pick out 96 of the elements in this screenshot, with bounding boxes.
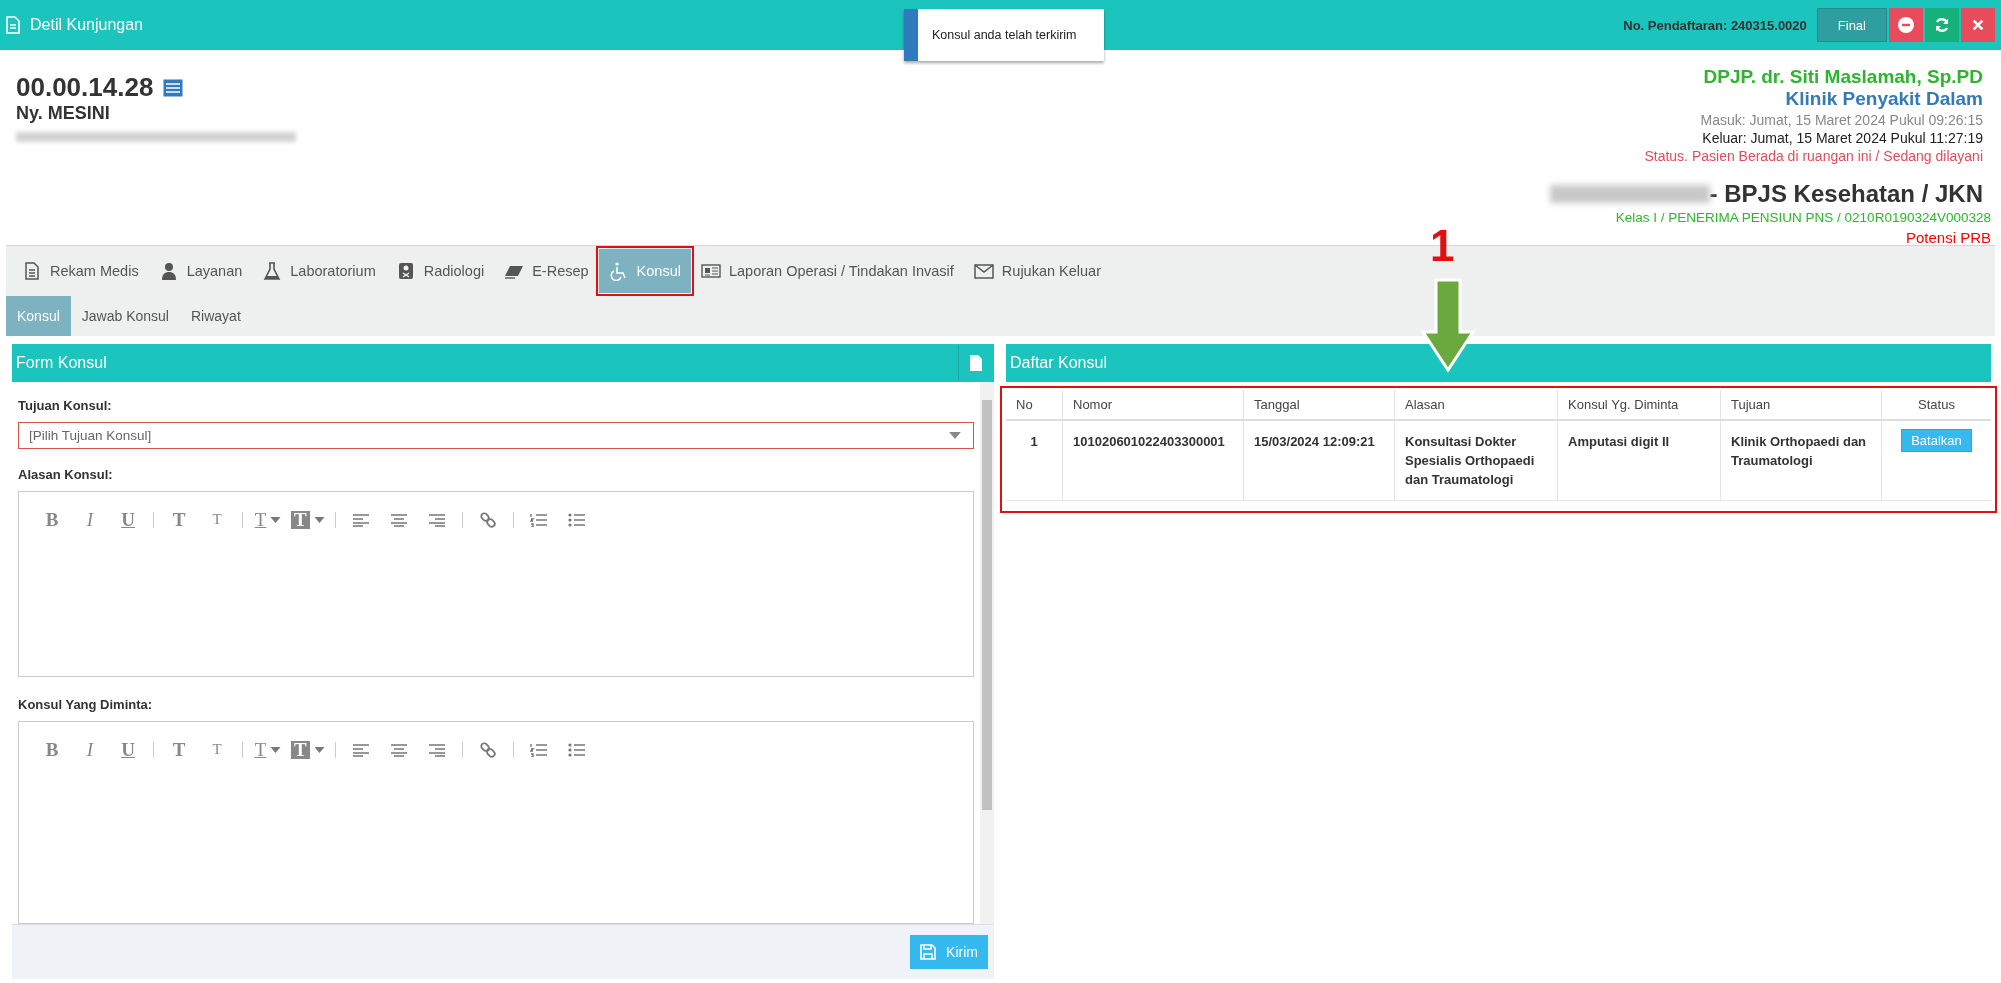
column-header: Konsul Yg. Diminta [1557,390,1721,420]
field-label: Alasan Konsul: [18,466,114,482]
page-title: Detil Kunjungan [30,16,143,34]
caret-icon [949,431,961,439]
module-tab[interactable]: Radiologi [385,249,495,293]
newspaper-icon [700,261,721,281]
numbered-list-icon [529,512,548,527]
align-center-icon [389,742,408,757]
envelope-icon [973,261,994,281]
patient-status: Status. Pasien Berada di ruangan ini / Sedang dilayani [1644,148,1983,164]
column-header: Tujuan [1720,390,1882,420]
document-icon [968,354,983,372]
list-icon[interactable] [163,78,184,97]
module-tab[interactable]: Rekam Medis [12,249,149,293]
align-center-icon [389,512,408,527]
format-button[interactable]: U [109,505,147,534]
format-button[interactable]: T [249,735,287,764]
field-label: Tujuan Konsul: [18,398,113,413]
entry-time: Masuk: Jumat, 15 Maret 2024 Pukul 09:26:15 [1700,112,1983,128]
sub-tab[interactable]: Konsul [6,296,71,336]
format-button[interactable]: T [198,735,236,764]
format-button[interactable]: T [198,505,236,534]
close-button[interactable] [1961,8,1995,42]
align-right-icon [427,742,446,757]
link-icon [479,741,496,758]
format-button[interactable]: T [160,735,198,764]
module-tab[interactable]: Layanan [148,249,253,293]
module-tab[interactable]: Konsul [598,249,691,293]
module-tab[interactable]: Laboratorium [252,249,386,293]
format-button[interactable]: U [109,735,147,764]
column-header: No [1006,390,1063,420]
sub-tab[interactable]: Jawab Konsul [70,296,180,336]
bullet-list-icon [567,742,586,757]
clinic-name: Klinik Penyakit Dalam [1785,88,1983,110]
wheelchair-icon [608,261,629,281]
column-header: Status [1881,390,1991,420]
insurance-name: - BPJS Kesehatan / JKN [1709,180,1983,208]
exit-time: Keluar: Jumat, 15 Maret 2024 Pukul 11:27:19 [1702,130,1983,146]
refresh-button[interactable] [1925,8,1959,42]
column-header: Tanggal [1243,390,1395,420]
module-tab[interactable]: E-Resep [494,249,599,293]
format-button[interactable]: I [71,505,109,534]
table-cell: Konsultasi Dokter Spesialis Orthopaedi dan Traumatologi [1394,420,1558,501]
table-cell: 1 [1006,420,1063,501]
select-field[interactable]: [Pilih Tujuan Konsul] [18,422,974,449]
align-left-icon [351,742,370,757]
table-cell: 101020601022403300001 [1062,420,1244,501]
column-header: Alasan [1394,390,1558,420]
submit-button[interactable]: Kirim [910,935,988,969]
align-right-icon [427,512,446,527]
scrollbar[interactable] [980,382,994,924]
format-button[interactable]: B [33,735,71,764]
refresh-icon [1934,17,1950,33]
format-button[interactable]: I [71,735,109,764]
registration-number: No. Pendaftaran: 240315.0020 [1623,17,1807,33]
format-button[interactable]: T [287,505,329,534]
save-icon [920,944,937,960]
toast-message: Konsul anda telah terkirim [932,28,1077,42]
table-cell: Amputasi digit II [1557,420,1721,501]
doctor-name: DPJP. dr. Siti Maslamah, Sp.PD [1703,66,1983,88]
bullet-list-icon [567,512,586,527]
caret-icon [270,516,282,523]
panel-title: Form Konsul [15,354,107,372]
caret-icon [270,746,282,753]
module-tab[interactable]: Laporan Operasi / Tindakan Invasif [690,249,964,293]
close-icon [1971,18,1985,32]
prb-note: Potensi PRB [1905,229,1991,246]
record-number: 00.00.14.28 [16,72,154,103]
document-icon [22,261,42,281]
module-tab[interactable]: Rujukan Keluar [963,249,1111,293]
insurance-class: Kelas I / PENERIMA PENSIUN PNS / 0210R0190324V000328 [1615,210,1991,225]
format-button[interactable]: T [249,505,287,534]
caret-icon [313,516,325,523]
align-left-icon [351,512,370,527]
field-label: Konsul Yang Diminta: [18,696,154,712]
cancel-button[interactable]: Batalkan [1901,429,1972,452]
table-cell: Klinik Orthopaedi dan Traumatologi [1720,420,1882,501]
format-button[interactable]: B [33,505,71,534]
column-header: Nomor [1062,390,1244,420]
document-icon [6,16,20,34]
text-editor[interactable]: B I U T T T T [18,720,974,924]
annotation-number: 1 [1430,221,1455,271]
format-button[interactable]: T [160,505,198,534]
numbered-list-icon [529,742,548,757]
text-editor[interactable]: B I U T T T T [18,490,974,677]
link-icon [479,511,496,528]
minus-button[interactable] [1889,8,1923,42]
patient-name: Ny. MESINI [16,103,110,124]
table-cell: 15/03/2024 12:09:21 [1243,420,1395,501]
format-button[interactable]: T [287,735,329,764]
caret-icon [313,746,325,753]
sub-tab[interactable]: Riwayat [180,296,252,336]
minus-circle-icon [1898,17,1914,33]
panel-title: Daftar Konsul [1009,354,1107,372]
flask-icon [262,261,283,281]
final-button[interactable]: Final [1816,8,1887,42]
